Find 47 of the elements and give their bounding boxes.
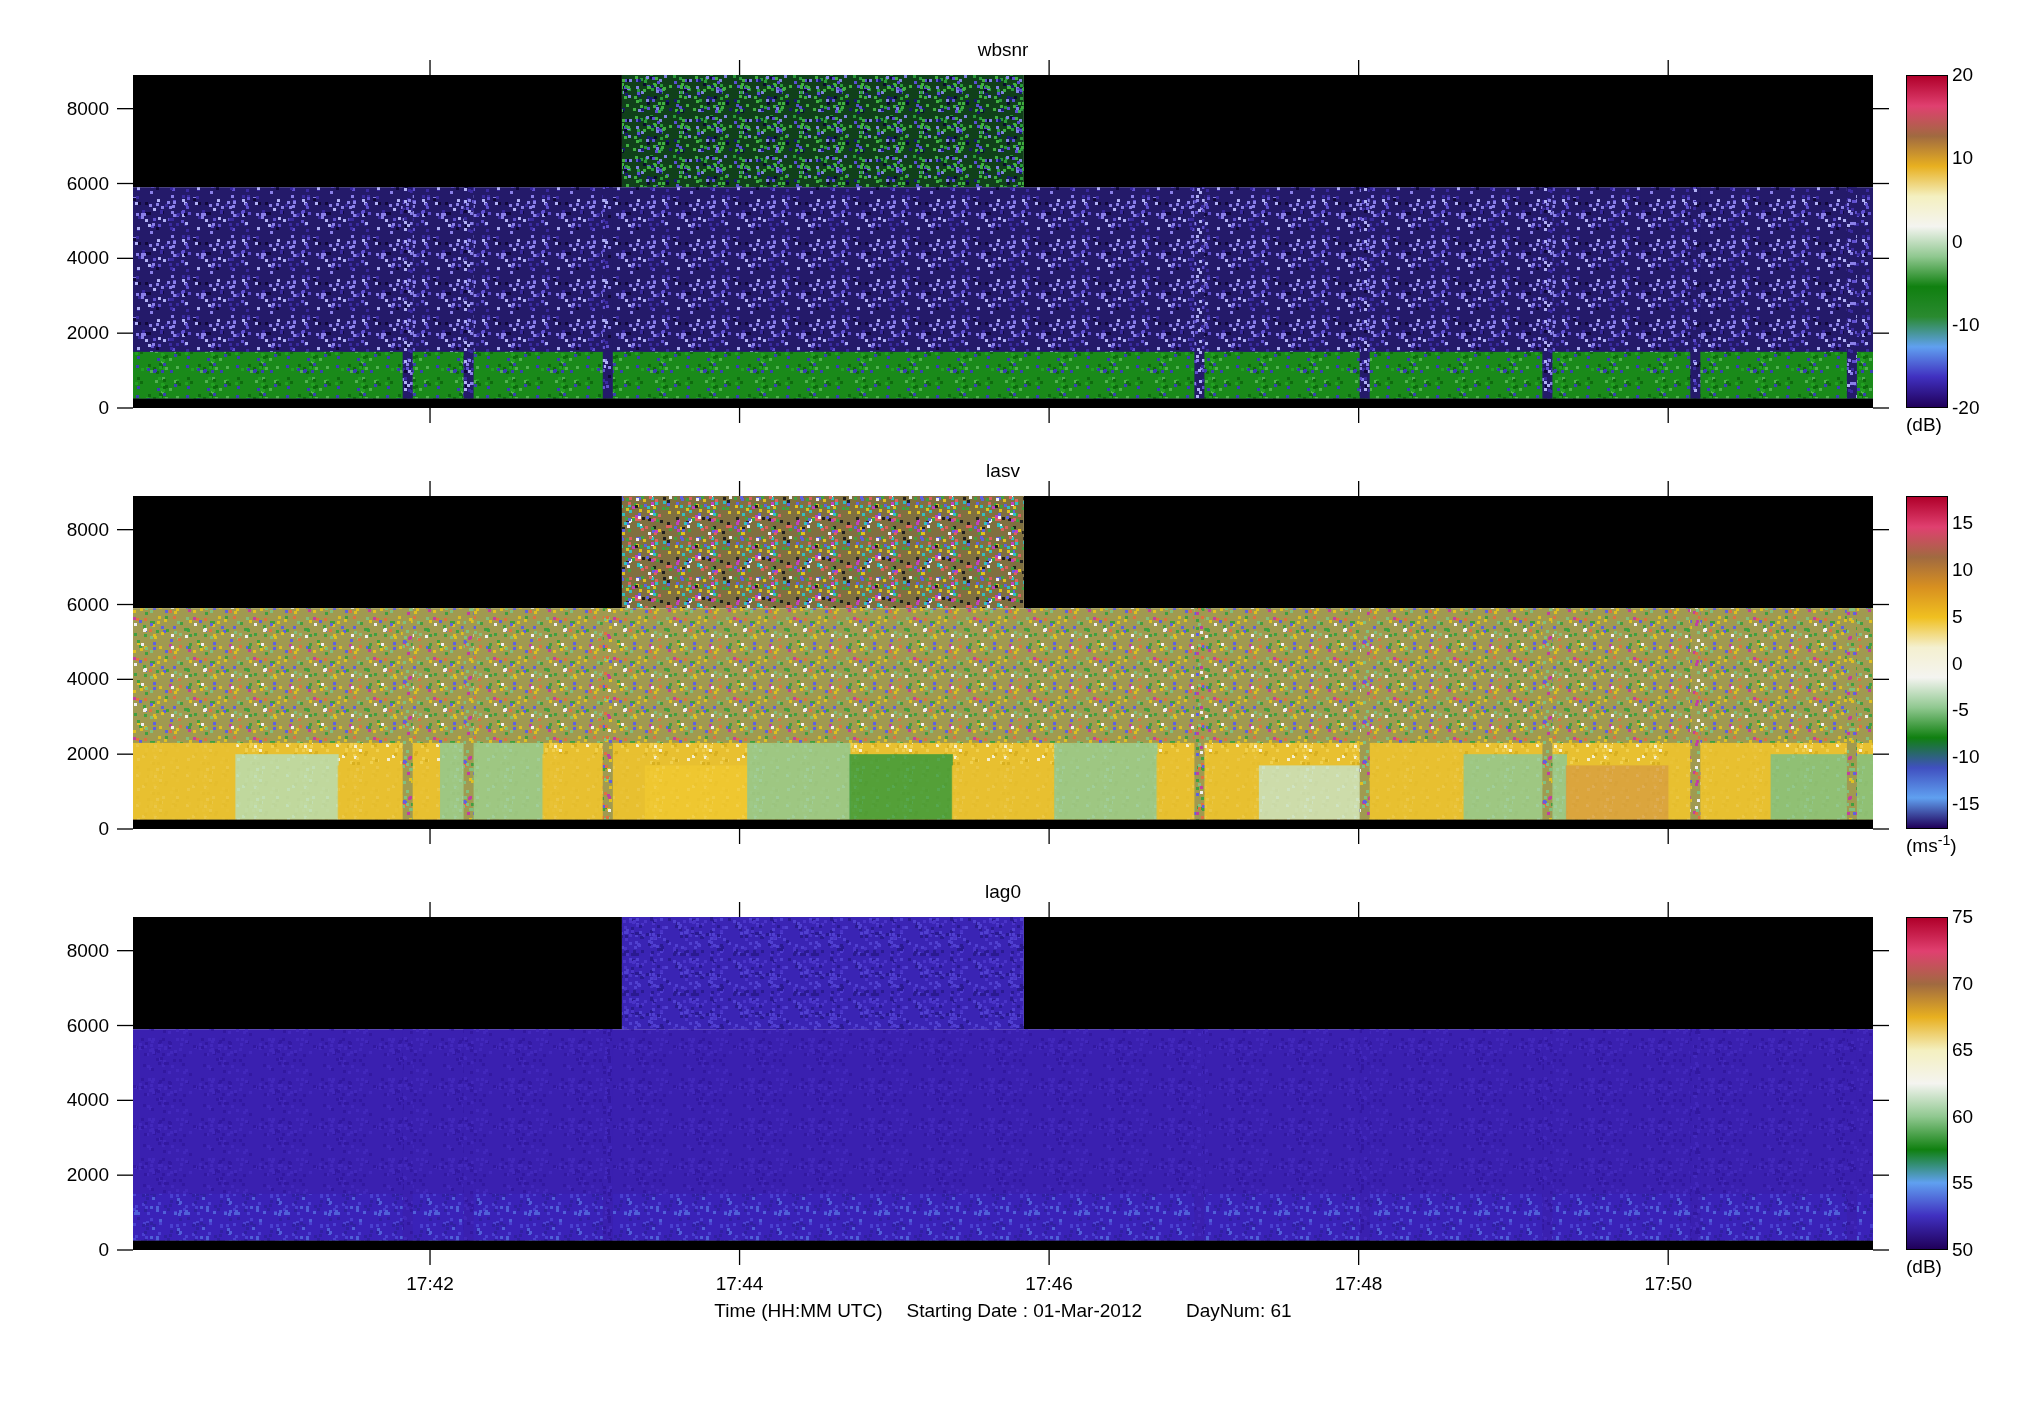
x-tick-label: 17:50 — [1644, 1273, 1692, 1295]
axis-caption: Starting Date : 01-Mar-2012 — [906, 1300, 1143, 1322]
colorbar-tick-label: 50 — [1952, 1239, 1974, 1261]
colorbar-tick-label: 0 — [1952, 230, 1963, 253]
colorbar-tick-label: 75 — [1952, 906, 1974, 928]
colorbar-tick-label: 60 — [1952, 1105, 1974, 1128]
x-tick-label: 17:42 — [406, 1273, 454, 1295]
colorbar-tick-label: 70 — [1952, 972, 1974, 995]
colorbar-tick-label: 65 — [1952, 1039, 1974, 1062]
colorbar-tick-label: 10 — [1952, 559, 1974, 582]
colorbar-tick-label: 20 — [1952, 64, 1974, 86]
x-tick-label: 17:46 — [1025, 1273, 1073, 1295]
y-tick-label: 8000 — [66, 939, 109, 962]
colorbar-tick-label: -5 — [1952, 699, 1969, 722]
y-tick-label: 2000 — [66, 322, 109, 345]
axis-caption: DayNum: 61 — [1186, 1300, 1292, 1322]
colorbar-unit: (dB) — [1906, 414, 1943, 436]
y-tick-label: 0 — [98, 1239, 109, 1261]
y-tick-label: 4000 — [66, 668, 109, 691]
colorbar-tick-label: -15 — [1952, 793, 1980, 815]
colorbar-tick-label: 55 — [1952, 1172, 1974, 1195]
y-tick-label: 4000 — [66, 1089, 109, 1112]
panel-title: lag0 — [985, 882, 1021, 902]
colorbar-unit: (dB) — [1906, 1256, 1943, 1278]
y-tick-label: 2000 — [66, 1164, 109, 1187]
panel-title: lasv — [986, 461, 1020, 481]
x-tick-label: 17:44 — [715, 1273, 764, 1295]
y-tick-label: 0 — [98, 818, 109, 840]
y-tick-label: 8000 — [66, 97, 109, 120]
colorbar-tick-label: 5 — [1952, 605, 1963, 628]
colorbar-tick-label: -10 — [1952, 746, 1980, 769]
y-tick-label: 6000 — [66, 172, 109, 195]
y-tick-label: 4000 — [66, 247, 109, 270]
axis-caption: Time (HH:MM UTC) — [714, 1300, 883, 1322]
y-tick-label: 0 — [98, 397, 109, 419]
y-tick-label: 2000 — [66, 743, 109, 766]
colorbar-tick-label: -20 — [1952, 397, 1980, 419]
y-tick-label: 6000 — [66, 593, 109, 616]
colorbar-tick-label: 15 — [1952, 512, 1974, 535]
colorbar-tick-label: -10 — [1952, 313, 1980, 336]
y-tick-label: 6000 — [66, 1014, 109, 1037]
colorbar-tick-label: 0 — [1952, 652, 1963, 675]
colorbar-unit: (ms$^{-1}$) — [1906, 835, 1957, 857]
colorbar-tick-label: 10 — [1952, 147, 1974, 170]
y-tick-label: 8000 — [66, 518, 109, 541]
panel-title: wbsnr — [977, 40, 1029, 60]
x-tick-label: 17:48 — [1334, 1273, 1383, 1295]
